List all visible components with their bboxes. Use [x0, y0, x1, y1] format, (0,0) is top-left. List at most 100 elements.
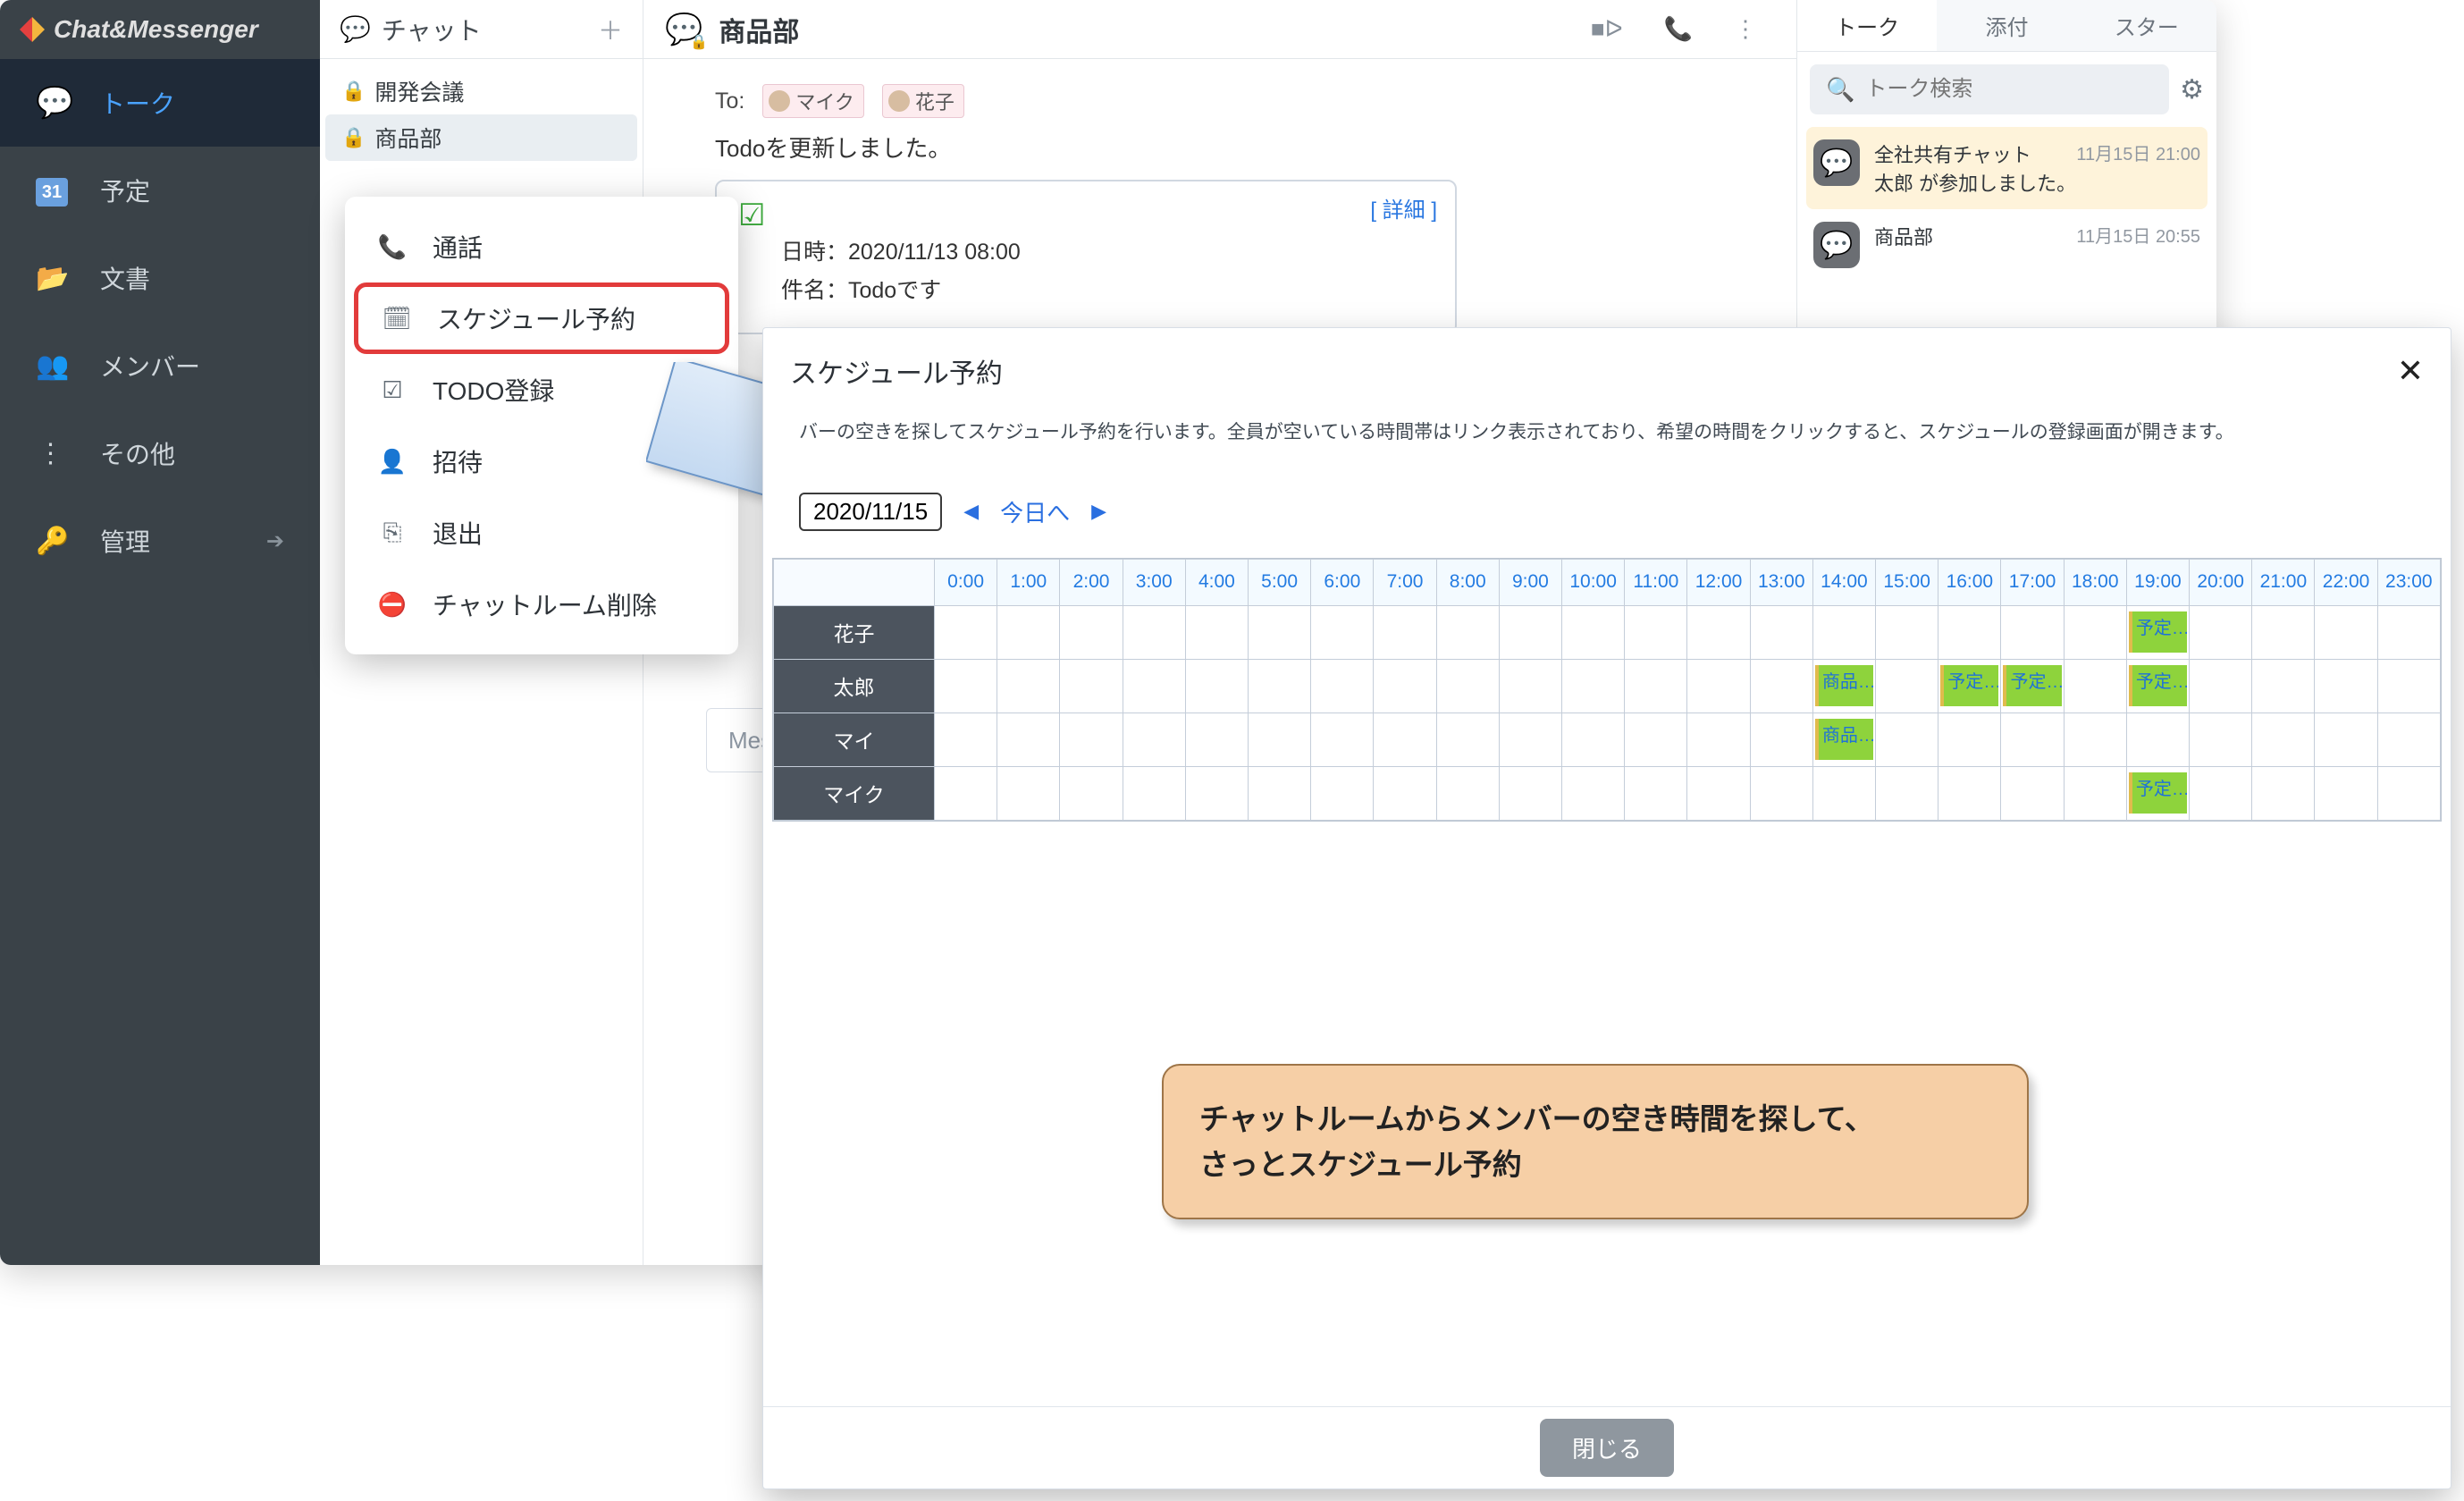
- hour-header[interactable]: 4:00: [1185, 559, 1248, 605]
- timeslot-cell[interactable]: [1562, 605, 1625, 659]
- timeslot-cell[interactable]: [1436, 713, 1499, 766]
- timeslot-cell[interactable]: [1499, 713, 1561, 766]
- timeslot-cell[interactable]: [935, 766, 997, 820]
- right-tab-talk[interactable]: トーク: [1797, 0, 1937, 51]
- timeslot-cell[interactable]: [997, 713, 1060, 766]
- timeslot-cell[interactable]: [2315, 659, 2377, 713]
- hour-header[interactable]: 3:00: [1123, 559, 1185, 605]
- timeslot-cell[interactable]: 予定…: [2126, 766, 2189, 820]
- timeslot-cell[interactable]: [1123, 766, 1185, 820]
- right-tab-star[interactable]: スター: [2077, 0, 2216, 51]
- timeslot-cell[interactable]: [1499, 766, 1561, 820]
- event-block[interactable]: 商品…: [1815, 665, 1873, 706]
- channel-item[interactable]: 🔒 商品部: [325, 114, 637, 161]
- timeslot-cell[interactable]: [2315, 766, 2377, 820]
- timeslot-cell[interactable]: [1185, 766, 1248, 820]
- audio-call-button[interactable]: 📞: [1652, 15, 1705, 43]
- hour-header[interactable]: 2:00: [1060, 559, 1123, 605]
- timeslot-cell[interactable]: [1625, 605, 1687, 659]
- timeslot-cell[interactable]: [1060, 766, 1123, 820]
- timeslot-cell[interactable]: [1750, 605, 1812, 659]
- hour-header[interactable]: 21:00: [2252, 559, 2315, 605]
- timeslot-cell[interactable]: [1625, 659, 1687, 713]
- timeslot-cell[interactable]: 予定…: [2126, 605, 2189, 659]
- hour-header[interactable]: 22:00: [2315, 559, 2377, 605]
- timeslot-cell[interactable]: [2252, 659, 2315, 713]
- timeslot-cell[interactable]: 商品…: [1812, 713, 1875, 766]
- room-more-button[interactable]: ⋮: [1721, 15, 1770, 43]
- timeslot-cell[interactable]: 予定…: [2001, 659, 2064, 713]
- timeslot-cell[interactable]: [1812, 766, 1875, 820]
- nav-item-talk[interactable]: 💬 トーク: [0, 59, 320, 147]
- event-block[interactable]: 予定…: [2129, 665, 2187, 706]
- modal-close-button[interactable]: ✕: [2397, 352, 2424, 390]
- hour-header[interactable]: 17:00: [2001, 559, 2064, 605]
- timeslot-cell[interactable]: [1687, 713, 1750, 766]
- event-block[interactable]: 予定…: [2129, 611, 2187, 653]
- hour-header[interactable]: 15:00: [1876, 559, 1938, 605]
- prev-day-button[interactable]: ◀: [963, 500, 979, 523]
- timeslot-cell[interactable]: [1876, 766, 1938, 820]
- event-block[interactable]: 予定…: [1940, 665, 1998, 706]
- timeslot-cell[interactable]: [1436, 766, 1499, 820]
- hour-header[interactable]: 5:00: [1249, 559, 1311, 605]
- timeslot-cell[interactable]: [997, 605, 1060, 659]
- search-settings-button[interactable]: ⚙︎: [2180, 74, 2204, 105]
- timeslot-cell[interactable]: [1374, 605, 1436, 659]
- timeslot-cell[interactable]: 予定…: [1938, 659, 2001, 713]
- ctx-item-call[interactable]: 📞通話: [354, 211, 729, 282]
- event-block[interactable]: 商品…: [1815, 719, 1873, 760]
- timeslot-cell[interactable]: [1185, 713, 1248, 766]
- search-input[interactable]: [1865, 77, 2153, 102]
- today-button[interactable]: 今日へ: [1000, 495, 1070, 528]
- hour-header[interactable]: 0:00: [935, 559, 997, 605]
- timeslot-cell[interactable]: [1123, 713, 1185, 766]
- timeslot-cell[interactable]: [2001, 766, 2064, 820]
- timeslot-cell[interactable]: [935, 605, 997, 659]
- timeslot-cell[interactable]: [1123, 605, 1185, 659]
- timeslot-cell[interactable]: [1750, 766, 1812, 820]
- modal-footer-close-button[interactable]: 閉じる: [1540, 1419, 1674, 1477]
- recipient-chip[interactable]: マイク: [762, 84, 864, 118]
- hour-header[interactable]: 6:00: [1311, 559, 1374, 605]
- ctx-item-delete[interactable]: ⛔チャットルーム削除: [354, 569, 729, 640]
- timeslot-cell[interactable]: [1185, 659, 1248, 713]
- timeslot-cell[interactable]: [2252, 766, 2315, 820]
- timeslot-cell[interactable]: [1562, 713, 1625, 766]
- nav-item-other[interactable]: ⋮ その他: [0, 409, 320, 497]
- nav-item-docs[interactable]: 📂 文書: [0, 234, 320, 322]
- hour-header[interactable]: 13:00: [1750, 559, 1812, 605]
- hour-header[interactable]: 11:00: [1625, 559, 1687, 605]
- timeslot-cell[interactable]: [1687, 605, 1750, 659]
- date-picker[interactable]: 2020/11/15: [799, 493, 942, 531]
- nav-item-members[interactable]: 👥 メンバー: [0, 322, 320, 409]
- hour-header[interactable]: 7:00: [1374, 559, 1436, 605]
- timeslot-cell[interactable]: [2252, 713, 2315, 766]
- timeslot-cell[interactable]: [1374, 713, 1436, 766]
- talk-list-item[interactable]: 💬 商品部11月15日 20:55: [1806, 209, 2208, 281]
- timeslot-cell[interactable]: [1876, 713, 1938, 766]
- hour-header[interactable]: 8:00: [1436, 559, 1499, 605]
- timeslot-cell[interactable]: [1436, 605, 1499, 659]
- timeslot-cell[interactable]: [1249, 713, 1311, 766]
- timeslot-cell[interactable]: [1499, 659, 1561, 713]
- timeslot-cell[interactable]: [2001, 713, 2064, 766]
- timeslot-cell[interactable]: [1249, 605, 1311, 659]
- timeslot-cell[interactable]: [2126, 713, 2189, 766]
- timeslot-cell[interactable]: [2252, 605, 2315, 659]
- timeslot-cell[interactable]: 予定…: [2126, 659, 2189, 713]
- timeslot-cell[interactable]: [1185, 605, 1248, 659]
- timeslot-cell[interactable]: [997, 659, 1060, 713]
- timeslot-cell[interactable]: [2064, 659, 2126, 713]
- timeslot-cell[interactable]: [1436, 659, 1499, 713]
- timeslot-cell[interactable]: [1249, 659, 1311, 713]
- timeslot-cell[interactable]: [2377, 713, 2440, 766]
- search-box[interactable]: 🔍: [1810, 64, 2169, 114]
- hour-header[interactable]: 10:00: [1562, 559, 1625, 605]
- timeslot-cell[interactable]: [1060, 713, 1123, 766]
- timeslot-cell[interactable]: [1374, 659, 1436, 713]
- timeslot-cell[interactable]: [1311, 766, 1374, 820]
- timeslot-cell[interactable]: [935, 659, 997, 713]
- timeslot-cell[interactable]: [2190, 605, 2252, 659]
- ctx-item-schedule[interactable]: 🗓スケジュール予約: [354, 282, 729, 354]
